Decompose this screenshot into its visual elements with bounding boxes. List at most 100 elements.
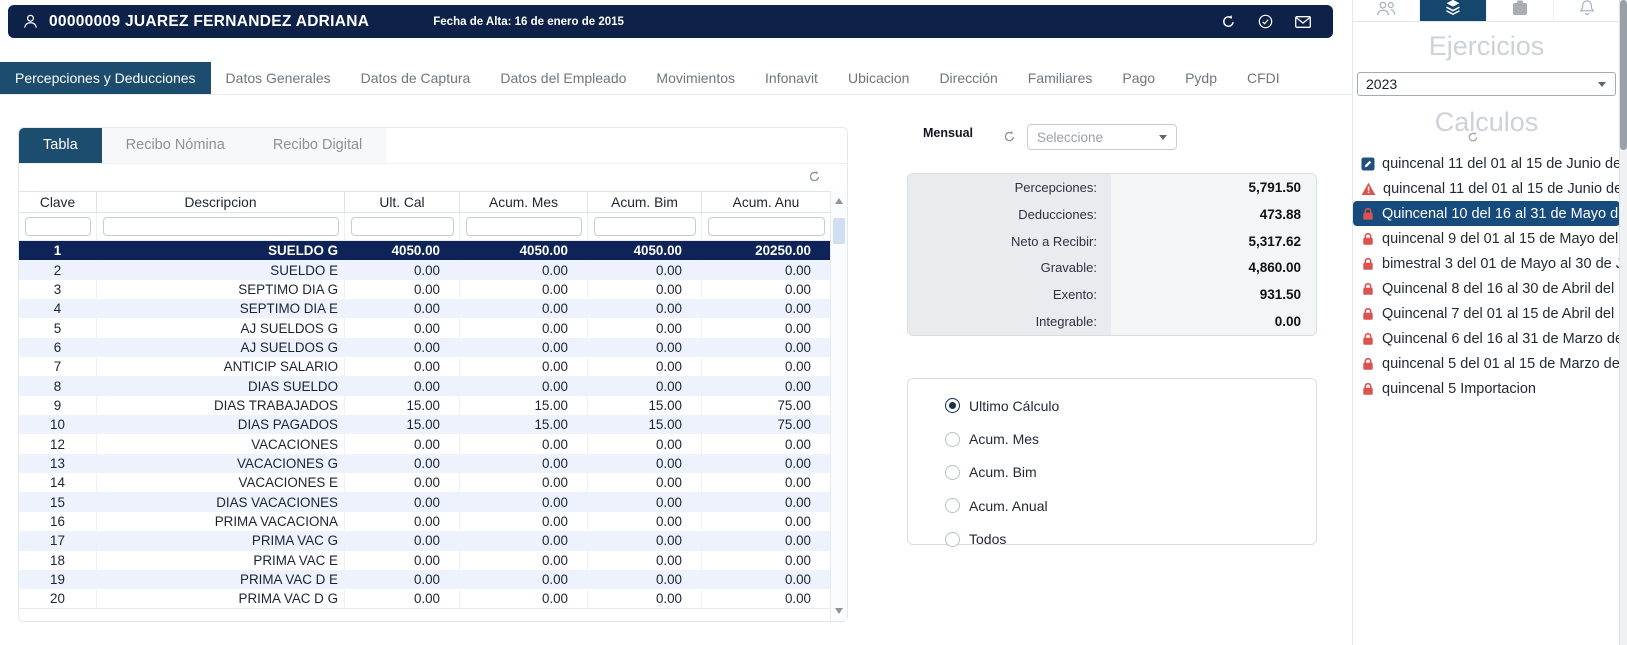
tab-pago[interactable]: Pago xyxy=(1107,62,1170,94)
table-row-1[interactable]: 1SUELDO G4050.004050.004050.0020250.00 xyxy=(19,241,830,260)
sidebar-tab-layers[interactable] xyxy=(1419,0,1486,21)
table-row-6[interactable]: 6AJ SUELDOS G0.000.000.000.00 xyxy=(19,338,830,357)
column-header-descripcion[interactable]: Descripcion xyxy=(97,192,345,212)
table-row-5[interactable]: 5AJ SUELDOS G0.000.000.000.00 xyxy=(19,318,830,337)
tab-ubicacion[interactable]: Ubicacion xyxy=(833,62,924,94)
table-row-7[interactable]: 7ANTICIP SALARIO0.000.000.000.00 xyxy=(19,357,830,376)
filter-cell xyxy=(97,213,345,240)
tab-datos-de-captura[interactable]: Datos de Captura xyxy=(346,62,486,94)
table-row-19[interactable]: 19PRIMA VAC D E0.000.000.000.00 xyxy=(19,570,830,589)
table-cell: 17 xyxy=(19,531,97,550)
check-circle-icon[interactable] xyxy=(1258,14,1273,29)
period-select[interactable]: Seleccione xyxy=(1027,124,1177,150)
table-scroll-thumb[interactable] xyxy=(833,218,845,244)
calc-item[interactable]: Quincenal 10 del 16 al 31 de Mayo del 20… xyxy=(1353,201,1620,226)
tab-cfdi[interactable]: CFDI xyxy=(1232,62,1295,94)
tab-pydp[interactable]: Pydp xyxy=(1170,62,1232,94)
filter-input-clave[interactable] xyxy=(25,217,91,236)
radio-acum-mes[interactable]: Acum. Mes xyxy=(945,422,1316,455)
table-row-4[interactable]: 4SEPTIMO DIA E0.000.000.000.00 xyxy=(19,299,830,318)
sidebar-tab-bar xyxy=(1353,0,1620,22)
lock-icon xyxy=(1361,382,1375,396)
column-header-ult-cal[interactable]: Ult. Cal xyxy=(345,192,460,212)
summary-label: Percepciones: xyxy=(908,174,1111,201)
tab-datos-del-empleado[interactable]: Datos del Empleado xyxy=(485,62,641,94)
table-cell: 20 xyxy=(19,589,97,608)
filter-input-ult-cal[interactable] xyxy=(351,217,454,236)
scroll-up-icon[interactable] xyxy=(835,198,843,204)
table-cell: 0.00 xyxy=(588,454,702,473)
tab-familiares[interactable]: Familiares xyxy=(1013,62,1108,94)
column-header-clave[interactable]: Clave xyxy=(19,192,97,212)
table-row-14[interactable]: 14VACACIONES E0.000.000.000.00 xyxy=(19,473,830,492)
filter-input-descripcion[interactable] xyxy=(103,217,339,236)
calc-item[interactable]: Quincenal 7 del 01 al 15 de Abril del 20… xyxy=(1353,301,1620,326)
table-cell: 0.00 xyxy=(345,376,460,395)
radio-acum-anual[interactable]: Acum. Anual xyxy=(945,489,1316,522)
filter-input-acum-anu[interactable] xyxy=(708,217,825,236)
table-cell: 0.00 xyxy=(460,512,588,531)
table-cell: 0.00 xyxy=(345,492,460,511)
table-cell: 0.00 xyxy=(702,357,830,376)
table-cell: 4050.00 xyxy=(588,241,702,260)
inner-tab-recibo-nomina[interactable]: Recibo Nómina xyxy=(102,128,249,163)
sidebar-tab-module[interactable] xyxy=(1486,0,1553,21)
table-row-9[interactable]: 9DIAS TRABAJADOS15.0015.0015.0075.00 xyxy=(19,396,830,415)
table-row-20[interactable]: 20PRIMA VAC D G0.000.000.000.00 xyxy=(19,589,830,608)
tab-infonavit[interactable]: Infonavit xyxy=(750,62,833,94)
column-header-acum-mes[interactable]: Acum. Mes xyxy=(460,192,588,212)
table-scrollbar[interactable] xyxy=(830,191,847,621)
calc-item[interactable]: Quincenal 6 del 16 al 31 de Marzo del 20… xyxy=(1353,326,1620,351)
summary-value: 0.00 xyxy=(1111,308,1316,335)
table-row-12[interactable]: 12VACACIONES0.000.000.000.00 xyxy=(19,434,830,453)
inner-tab-recibo-digital[interactable]: Recibo Digital xyxy=(249,128,386,163)
page-scrollbar[interactable] xyxy=(1619,0,1627,645)
table-row-18[interactable]: 18PRIMA VAC E0.000.000.000.00 xyxy=(19,551,830,570)
table-cell: 0.00 xyxy=(345,260,460,279)
table-row-17[interactable]: 17PRIMA VAC G0.000.000.000.00 xyxy=(19,531,830,550)
calc-item[interactable]: quincenal 11 del 01 al 15 de Junio del 2… xyxy=(1353,176,1620,201)
tab-percepciones-y-deducciones[interactable]: Percepciones y Deducciones xyxy=(0,62,211,94)
period-refresh-icon[interactable] xyxy=(1003,130,1016,143)
tab-datos-generales[interactable]: Datos Generales xyxy=(211,62,346,94)
calc-item[interactable]: quincenal 5 Importacion xyxy=(1353,376,1620,401)
radio-circle xyxy=(945,465,960,480)
table-cell: PRIMA VACACIONA xyxy=(97,512,345,531)
inner-tab-tabla[interactable]: Tabla xyxy=(19,128,102,163)
radio-ultimo-calculo[interactable]: Ultimo Cálculo xyxy=(945,389,1316,422)
summary-value: 5,317.62 xyxy=(1111,228,1316,255)
calc-item[interactable]: bimestral 3 del 01 de Mayo al 30 de Juni… xyxy=(1353,251,1620,276)
calc-item[interactable]: quincenal 9 del 01 al 15 de Mayo del 202… xyxy=(1353,226,1620,251)
tab-movimientos[interactable]: Movimientos xyxy=(641,62,750,94)
calc-item[interactable]: Quincenal 8 del 16 al 30 de Abril del 20… xyxy=(1353,276,1620,301)
table-row-3[interactable]: 3SEPTIMO DIA G0.000.000.000.00 xyxy=(19,280,830,299)
sidebar-tab-people[interactable] xyxy=(1353,0,1419,21)
page-scroll-thumb[interactable] xyxy=(1620,0,1627,150)
table-cell: SEPTIMO DIA G xyxy=(97,280,345,299)
calc-item[interactable]: quincenal 11 del 01 al 15 de Junio del 2… xyxy=(1353,151,1620,176)
calc-item[interactable]: quincenal 5 del 01 al 15 de Marzo del 20… xyxy=(1353,351,1620,376)
filter-input-acum-bim[interactable] xyxy=(594,217,696,236)
table-row-10[interactable]: 10DIAS PAGADOS15.0015.0015.0075.00 xyxy=(19,415,830,434)
calculos-refresh-icon[interactable] xyxy=(1339,130,1606,141)
tab-direccion[interactable]: Dirección xyxy=(924,62,1012,94)
ejercicios-select[interactable]: 2023 xyxy=(1357,72,1616,96)
table-row-8[interactable]: 8DIAS SUELDO0.000.000.000.00 xyxy=(19,376,830,395)
radio-label: Todos xyxy=(969,531,1006,547)
scroll-down-icon[interactable] xyxy=(835,608,843,614)
sidebar-tab-bell[interactable] xyxy=(1553,0,1620,21)
mail-icon[interactable] xyxy=(1295,16,1311,28)
column-header-acum-anu[interactable]: Acum. Anu xyxy=(702,192,830,212)
summary-value: 473.88 xyxy=(1111,201,1316,228)
radio-acum-bim[interactable]: Acum. Bim xyxy=(945,456,1316,489)
filter-input-acum-mes[interactable] xyxy=(466,217,582,236)
table-row-15[interactable]: 15DIAS VACACIONES0.000.000.000.00 xyxy=(19,492,830,511)
table-refresh-icon[interactable] xyxy=(808,170,821,183)
refresh-icon[interactable] xyxy=(1221,14,1236,29)
calc-item-label: quincenal 9 del 01 al 15 de Mayo del 202… xyxy=(1382,231,1620,247)
table-row-16[interactable]: 16PRIMA VACACIONA0.000.000.000.00 xyxy=(19,512,830,531)
column-header-acum-bim[interactable]: Acum. Bim xyxy=(588,192,702,212)
table-row-2[interactable]: 2SUELDO E0.000.000.000.00 xyxy=(19,260,830,279)
table-row-13[interactable]: 13VACACIONES G0.000.000.000.00 xyxy=(19,454,830,473)
radio-todos[interactable]: Todos xyxy=(945,523,1316,556)
